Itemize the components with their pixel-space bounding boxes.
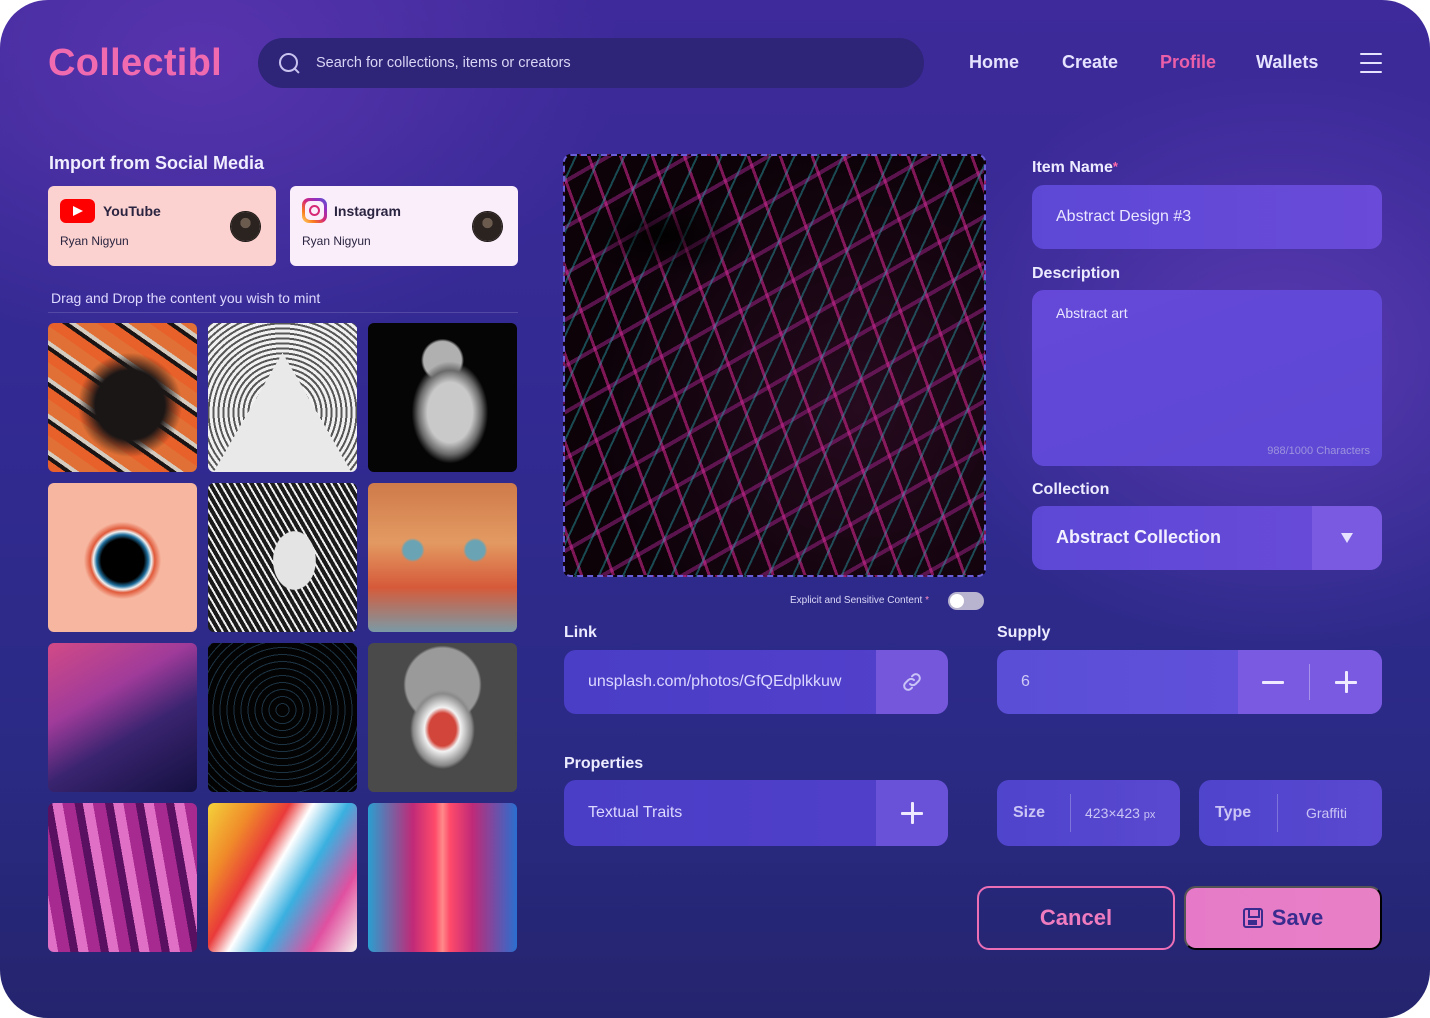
gallery-item-graffiti-cat[interactable] xyxy=(48,323,197,472)
supply-field[interactable]: 6 xyxy=(997,650,1382,714)
link-field[interactable]: unsplash.com/photos/GfQEdplkkuw xyxy=(564,650,948,714)
nav-profile[interactable]: Profile xyxy=(1160,52,1216,73)
collection-value: Abstract Collection xyxy=(1056,527,1222,547)
divider xyxy=(1277,794,1278,832)
item-name-label: Item Name* xyxy=(1032,159,1118,176)
gallery-item-dark-pattern[interactable] xyxy=(208,643,357,792)
social-username: Ryan Nigyun xyxy=(60,234,129,248)
save-button[interactable]: Save xyxy=(1184,886,1382,950)
explicit-content-toggle[interactable] xyxy=(948,592,984,610)
gallery-item-collage-head[interactable] xyxy=(368,643,517,792)
gallery-item-all-seeing-eye[interactable] xyxy=(208,323,357,472)
hamburger-menu-icon[interactable] xyxy=(1360,52,1382,74)
description-field[interactable]: Abstract art 988/1000 Characters xyxy=(1032,290,1382,466)
property-key: Type xyxy=(1215,804,1252,821)
gallery-item-woman-engraving[interactable] xyxy=(208,483,357,632)
social-platform-name: Instagram xyxy=(334,203,401,219)
social-import-title: Import from Social Media xyxy=(49,153,265,173)
gallery-item-statue[interactable] xyxy=(368,323,517,472)
explicit-content-label: Explicit and Sensitive Content * xyxy=(790,595,929,606)
link-icon xyxy=(903,673,921,691)
avatar xyxy=(473,212,502,241)
collection-label: Collection xyxy=(1032,481,1110,498)
item-name-value: Abstract Design #3 xyxy=(1056,208,1192,225)
collection-dropdown-button[interactable] xyxy=(1312,506,1382,570)
link-value: unsplash.com/photos/GfQEdplkkuw xyxy=(588,673,842,690)
link-button[interactable] xyxy=(876,650,948,714)
instagram-icon xyxy=(302,198,327,223)
properties-placeholder: Textual Traits xyxy=(588,804,683,821)
divider xyxy=(1309,664,1310,700)
gallery-item-black-hole[interactable] xyxy=(48,483,197,632)
property-value: 423×423 px xyxy=(1085,805,1156,821)
plus-icon[interactable] xyxy=(1335,671,1357,693)
gallery-item-neon-corridor[interactable] xyxy=(368,803,517,952)
supply-label: Supply xyxy=(997,624,1051,641)
save-icon xyxy=(1242,908,1263,928)
youtube-import-card[interactable]: YouTube Ryan Nigyun xyxy=(48,186,276,266)
social-username: Ryan Nigyun xyxy=(302,234,371,248)
item-preview-dropzone[interactable] xyxy=(563,154,986,577)
property-size[interactable]: Size 423×423 px xyxy=(997,780,1180,846)
app-window: Collectibl Home Create Profile Wallets I… xyxy=(0,0,1430,1018)
drag-drop-instruction: Drag and Drop the content you wish to mi… xyxy=(51,290,321,306)
divider xyxy=(48,312,518,313)
nav-create[interactable]: Create xyxy=(1062,52,1118,73)
collection-select[interactable]: Abstract Collection xyxy=(1032,506,1382,570)
gallery-item-neon-corner[interactable] xyxy=(48,643,197,792)
description-value: Abstract art xyxy=(1056,305,1128,321)
gallery-item-purple-swirl[interactable] xyxy=(48,803,197,952)
properties-field[interactable]: Textual Traits xyxy=(564,780,948,846)
supply-stepper xyxy=(1238,650,1382,714)
gallery-item-painted-face[interactable] xyxy=(368,483,517,632)
cancel-button[interactable]: Cancel xyxy=(977,886,1175,950)
plus-icon xyxy=(901,802,923,824)
youtube-icon xyxy=(60,199,95,223)
instagram-import-card[interactable]: Instagram Ryan Nigyun xyxy=(290,186,518,266)
save-label: Save xyxy=(1271,905,1324,930)
app-logo[interactable]: Collectibl xyxy=(48,42,222,85)
description-label: Description xyxy=(1032,265,1121,282)
nav-wallets[interactable]: Wallets xyxy=(1256,52,1318,73)
supply-value: 6 xyxy=(1021,673,1030,690)
search-input[interactable] xyxy=(316,55,876,71)
property-key: Size xyxy=(1013,804,1046,821)
character-count: 988/1000 Characters xyxy=(1267,445,1370,457)
divider xyxy=(1070,794,1071,832)
item-name-field[interactable]: Abstract Design #3 xyxy=(1032,185,1382,249)
properties-label: Properties xyxy=(564,755,644,772)
gallery-item-abstract-paint[interactable] xyxy=(208,803,357,952)
add-property-button[interactable] xyxy=(876,780,948,846)
social-platform-name: YouTube xyxy=(103,203,161,219)
link-label: Link xyxy=(564,624,597,641)
property-value: Graffiti xyxy=(1306,805,1347,821)
nav-home[interactable]: Home xyxy=(969,52,1019,73)
search-icon xyxy=(278,52,300,74)
caret-down-icon xyxy=(1341,533,1353,543)
avatar xyxy=(231,212,260,241)
search-bar[interactable] xyxy=(258,38,924,88)
property-type[interactable]: Type Graffiti xyxy=(1199,780,1382,846)
minus-icon[interactable] xyxy=(1262,681,1284,684)
